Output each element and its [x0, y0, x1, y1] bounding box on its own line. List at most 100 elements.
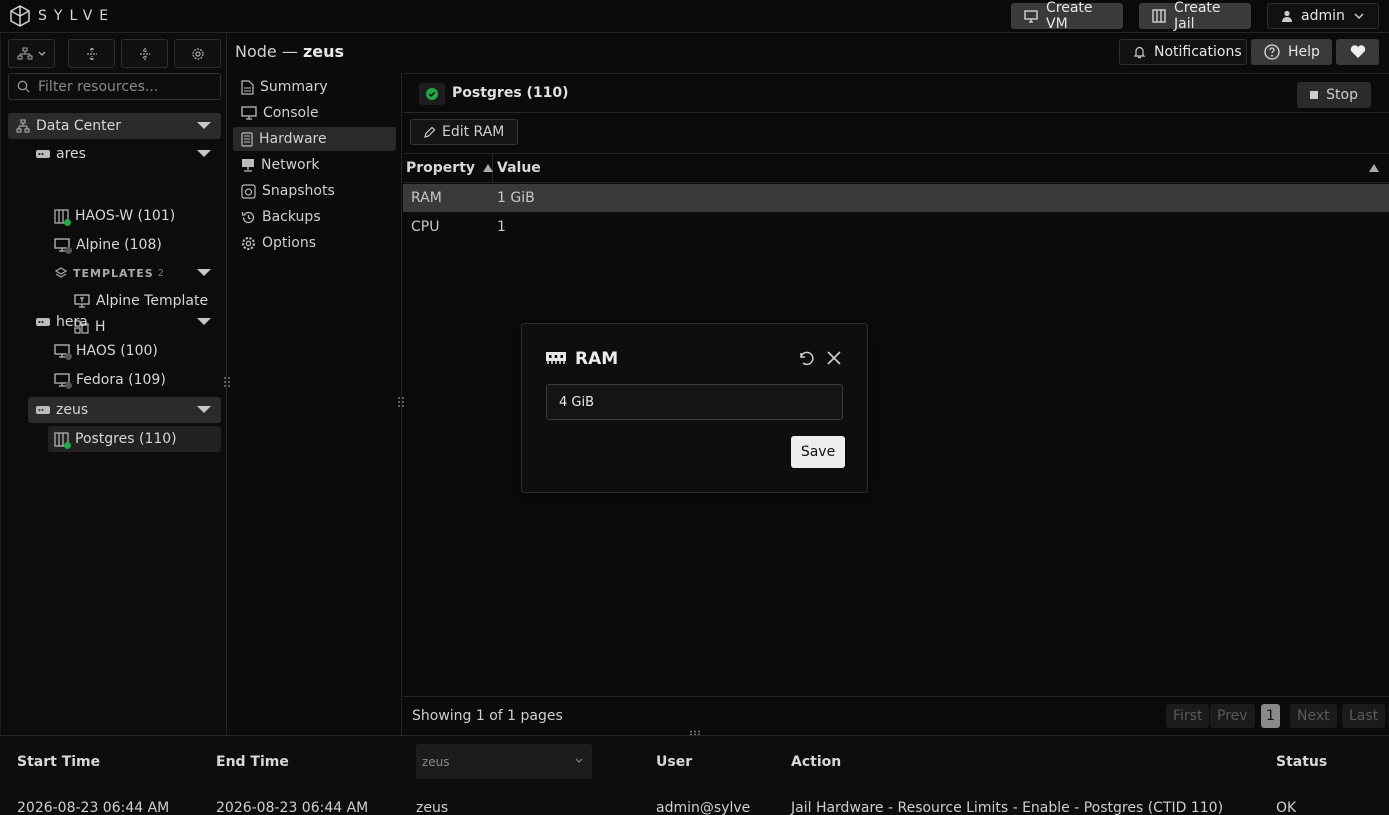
node-filter-select[interactable]: zeus — [416, 744, 592, 779]
nav-console[interactable]: Console — [233, 101, 396, 125]
column-label: Value — [497, 160, 541, 176]
save-label: Save — [800, 444, 836, 460]
ram-value-input[interactable] — [546, 384, 843, 420]
log-header-user[interactable]: User — [656, 754, 692, 770]
top-bar: SYLVE Create VM Create Jail admin — [0, 0, 1389, 33]
datacenter-label: Data Center — [36, 118, 121, 134]
memory-icon — [546, 351, 566, 365]
tree-templates-group[interactable]: TEMPLATES 2 — [48, 260, 221, 286]
user-menu-button[interactable]: admin — [1267, 3, 1379, 29]
caret-down-icon — [197, 150, 211, 157]
nav-summary[interactable]: Summary — [233, 75, 396, 99]
column-value[interactable]: Value — [497, 154, 541, 182]
tree-item-haos-w[interactable]: HAOS-W (101) — [48, 203, 221, 229]
log-header-status[interactable]: Status — [1276, 754, 1327, 770]
nav-hardware[interactable]: Hardware — [233, 127, 396, 151]
history-icon — [241, 210, 256, 225]
sort-up-icon — [1369, 164, 1379, 172]
user-name: admin — [1301, 8, 1345, 24]
camera-icon — [241, 183, 256, 199]
tree-item-fedora[interactable]: Fedora (109) — [48, 367, 221, 393]
monitor-icon — [54, 344, 72, 360]
expand-all-button[interactable] — [68, 39, 115, 68]
create-vm-label: Create VM — [1046, 0, 1093, 32]
monitor-icon — [54, 238, 72, 254]
notifications-button[interactable]: Notifications — [1119, 39, 1247, 65]
search-icon — [17, 80, 30, 93]
table-row[interactable]: RAM 1 GiB — [403, 184, 1389, 212]
app-name: SYLVE — [38, 8, 116, 24]
gear-icon — [241, 236, 256, 251]
gear-icon — [191, 47, 205, 61]
log-header-start[interactable]: Start Time — [17, 754, 100, 770]
resource-title: Postgres (110) — [452, 85, 569, 101]
heart-icon — [1350, 45, 1366, 59]
item-label: Postgres (110) — [75, 431, 177, 447]
nav-label: Options — [262, 235, 317, 251]
nav-network[interactable]: Network — [233, 153, 396, 177]
tree-item-postgres[interactable]: Postgres (110) — [48, 426, 221, 452]
nav-label: Hardware — [259, 131, 327, 147]
table-row[interactable]: CPU 1 — [403, 213, 1389, 241]
settings-button[interactable] — [174, 39, 221, 68]
network-icon — [241, 158, 255, 172]
log-user: admin@sylve — [656, 800, 751, 815]
next-label: Next — [1297, 708, 1330, 724]
nav-label: Network — [261, 157, 320, 173]
next-page-button[interactable]: Next — [1290, 704, 1337, 728]
view-mode-button[interactable] — [8, 39, 55, 68]
prev-label: Prev — [1217, 708, 1248, 724]
resource-sidebar: Filter resources... Data Center ares HAO… — [0, 33, 230, 735]
monitor-icon — [1024, 9, 1038, 23]
resize-handle-icon[interactable] — [397, 395, 405, 409]
datacenter-icon — [16, 119, 30, 133]
close-icon[interactable] — [826, 350, 842, 366]
log-header-end[interactable]: End Time — [216, 754, 289, 770]
page-1-button[interactable]: 1 — [1261, 704, 1280, 728]
tree-node-hera[interactable]: hera — [28, 309, 221, 335]
nav-options[interactable]: Options — [233, 231, 396, 255]
donate-button[interactable] — [1336, 39, 1379, 65]
tree-item-alpine[interactable]: Alpine (108) — [48, 232, 221, 258]
tree-item-haos[interactable]: HAOS (100) — [48, 338, 221, 364]
monitor-icon — [241, 106, 257, 120]
item-label: Fedora (109) — [76, 372, 166, 388]
collapse-icon — [138, 47, 152, 61]
log-header-action[interactable]: Action — [791, 754, 841, 770]
create-vm-button[interactable]: Create VM — [1011, 0, 1123, 32]
nav-backups[interactable]: Backups — [233, 205, 396, 229]
stop-label: Stop — [1326, 87, 1358, 103]
log-action: Jail Hardware - Resource Limits - Enable… — [791, 800, 1224, 815]
dialog-title: RAM — [575, 349, 619, 369]
column-property[interactable]: Property — [403, 154, 494, 182]
edit-label: Edit RAM — [442, 124, 505, 140]
template-label: Alpine Template — [96, 293, 209, 309]
last-page-button[interactable]: Last — [1342, 704, 1386, 728]
templates-label: TEMPLATES — [73, 266, 154, 280]
sylve-logo-icon — [9, 5, 31, 27]
page-title: Node — zeus — [235, 42, 344, 61]
caret-down-icon — [197, 269, 211, 276]
template-monitor-icon — [74, 294, 90, 308]
tree-node-ares[interactable]: ares — [28, 141, 221, 167]
item-label: HAOS-W (101) — [75, 208, 176, 224]
prev-page-button[interactable]: Prev — [1210, 704, 1255, 728]
stop-button[interactable]: Stop — [1297, 82, 1371, 108]
ram-dialog: RAM Save — [521, 323, 868, 493]
help-button[interactable]: Help — [1251, 39, 1332, 65]
undo-icon[interactable] — [797, 349, 815, 367]
jail-icon — [1152, 9, 1166, 23]
tree-node-zeus[interactable]: zeus — [28, 397, 221, 423]
first-page-button[interactable]: First — [1166, 704, 1210, 728]
edit-ram-button[interactable]: Edit RAM — [410, 119, 519, 145]
jail-icon — [54, 431, 71, 449]
jail-icon — [54, 208, 71, 226]
chevron-down-icon — [574, 756, 584, 766]
collapse-all-button[interactable] — [121, 39, 168, 68]
audit-log-table: Start Time End Time zeus User Action Sta… — [0, 735, 1389, 815]
save-button[interactable]: Save — [791, 436, 845, 468]
create-jail-button[interactable]: Create Jail — [1139, 0, 1251, 32]
filter-resources-input[interactable]: Filter resources... — [8, 73, 221, 100]
nav-snapshots[interactable]: Snapshots — [233, 179, 396, 203]
tree-datacenter[interactable]: Data Center — [8, 113, 221, 139]
